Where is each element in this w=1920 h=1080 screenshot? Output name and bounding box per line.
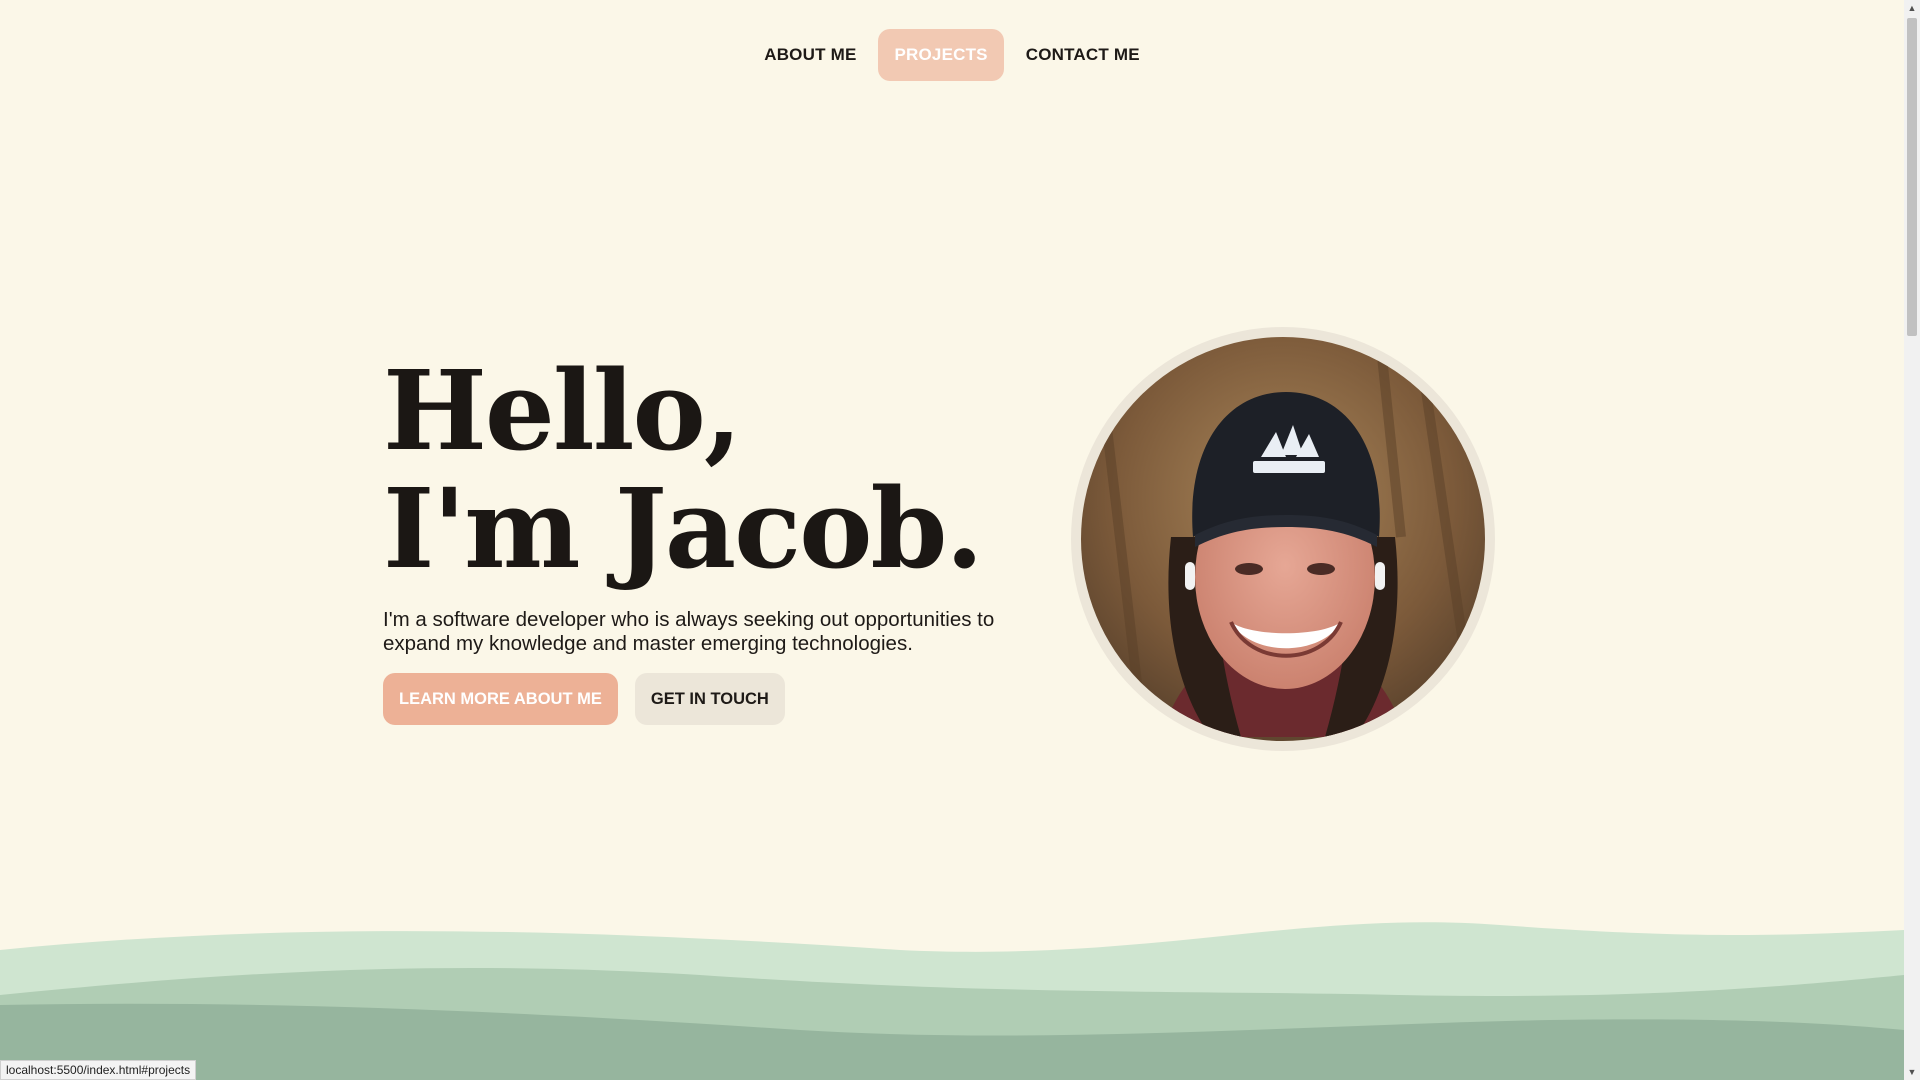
learn-more-button[interactable]: LEARN MORE ABOUT ME — [383, 673, 618, 725]
triangle-up-icon[interactable]: ▲ — [1904, 0, 1920, 16]
nav-contact-me[interactable]: CONTACT ME — [1010, 29, 1156, 81]
profile-photo — [1081, 337, 1485, 741]
hero-title-line-1: Hello, — [383, 346, 742, 475]
profile-photo-frame — [1071, 327, 1495, 751]
nav-about-me[interactable]: ABOUT ME — [748, 29, 872, 81]
link-status-bar: localhost:5500/index.html#projects — [0, 1060, 197, 1080]
vertical-scrollbar[interactable]: ▲ ▼ — [1904, 0, 1920, 1080]
main-nav: ABOUT ME PROJECTS CONTACT ME — [0, 29, 1904, 81]
hero-title-line-2: I'm Jacob. — [383, 464, 984, 593]
hero-description: I'm a software developer who is always s… — [383, 608, 995, 655]
scrollbar-thumb[interactable] — [1907, 18, 1917, 336]
nav-projects[interactable]: PROJECTS — [878, 29, 1004, 81]
get-in-touch-button[interactable]: GET IN TOUCH — [634, 673, 785, 725]
hero-buttons: LEARN MORE ABOUT ME GET IN TOUCH — [383, 673, 785, 725]
triangle-down-icon[interactable]: ▼ — [1904, 1064, 1920, 1080]
decorative-waves — [0, 922, 1904, 1080]
hero-title: Hello, I'm Jacob. — [383, 346, 984, 593]
